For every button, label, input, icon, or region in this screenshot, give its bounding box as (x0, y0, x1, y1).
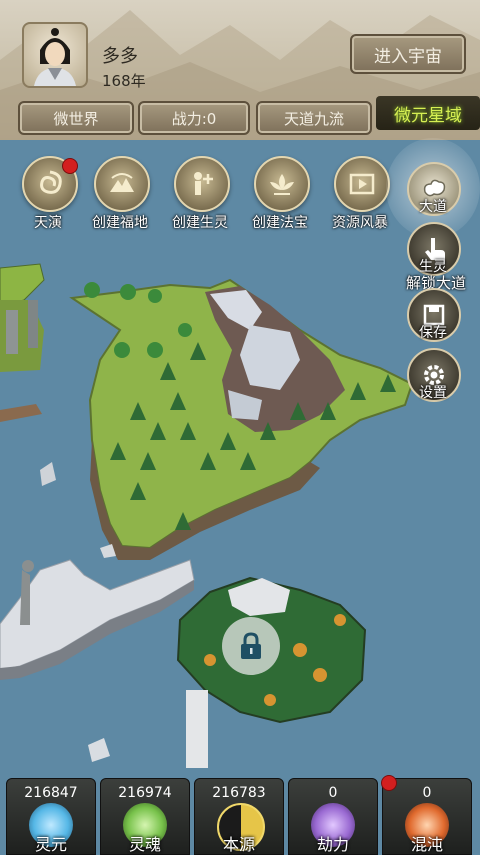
resource-soul[interactable]: 216974 灵魂 (100, 778, 190, 855)
notification-dot (62, 158, 78, 174)
lotus-icon (254, 156, 310, 212)
person-plus-icon (174, 156, 230, 212)
tab-heavenly-dao[interactable]: 天道九流 (256, 101, 372, 135)
skill-create-blessed-land[interactable]: 创建福地 (90, 156, 150, 236)
player-avatar[interactable] (22, 22, 88, 88)
skill-create-being[interactable]: 创建生灵 (170, 156, 230, 236)
film-icon (334, 156, 390, 212)
side-label: 设置 (419, 385, 447, 401)
player-age: 168年 (102, 72, 146, 90)
avatar-portrait-icon (34, 28, 76, 86)
skill-tianyan[interactable]: 天演 (18, 156, 78, 236)
resource-value: 216847 (24, 785, 78, 801)
resource-origin[interactable]: 216783 本源 (194, 778, 284, 855)
skill-label: 创建生灵 (172, 215, 228, 231)
top-hud: 多多 168年 进入宇宙 微世界 战力:0 天道九流 微元星域 (0, 0, 480, 140)
tab-micro-star-domain[interactable]: 微元星域 (376, 96, 480, 130)
resource-label: 本源 (222, 835, 255, 854)
resource-tribulation[interactable]: 0 劫力 (288, 778, 378, 855)
resource-label: 灵魂 (128, 835, 161, 854)
save-button[interactable]: 保存 (404, 288, 462, 348)
skill-create-treasure[interactable]: 创建法宝 (250, 156, 310, 236)
resource-value: 0 (328, 785, 338, 801)
padlock-icon (241, 632, 261, 659)
player-name: 多多 (102, 46, 138, 67)
resource-label: 灵元 (34, 835, 67, 854)
resource-lingyuan[interactable]: 216847 灵元 (6, 778, 96, 855)
tab-micro-world[interactable]: 微世界 (18, 101, 134, 135)
side-label: 保存 (419, 325, 447, 341)
side-dao-button[interactable]: 大道 (404, 162, 462, 222)
skill-label: 资源风暴 (332, 215, 388, 231)
resource-label: 劫力 (316, 835, 349, 854)
resource-label: 混沌 (410, 835, 443, 854)
side-label: 大道 (419, 199, 447, 215)
skill-label: 创建法宝 (252, 215, 308, 231)
skill-resource-storm[interactable]: 资源风暴 (330, 156, 390, 236)
enter-universe-button[interactable]: 进入宇宙 (350, 34, 466, 74)
resource-chaos[interactable]: 0 混沌 (381, 775, 472, 855)
resource-value: 0 (422, 785, 432, 801)
resource-value: 216783 (212, 785, 266, 801)
combat-power-tab[interactable]: 战力:0 (138, 101, 250, 135)
locked-island-button[interactable] (222, 617, 280, 675)
mountain-icon (94, 156, 150, 212)
settings-button[interactable]: 设置 (404, 348, 462, 408)
resource-value: 216974 (118, 785, 172, 801)
notification-dot (381, 775, 397, 791)
skill-label: 创建福地 (92, 215, 148, 231)
